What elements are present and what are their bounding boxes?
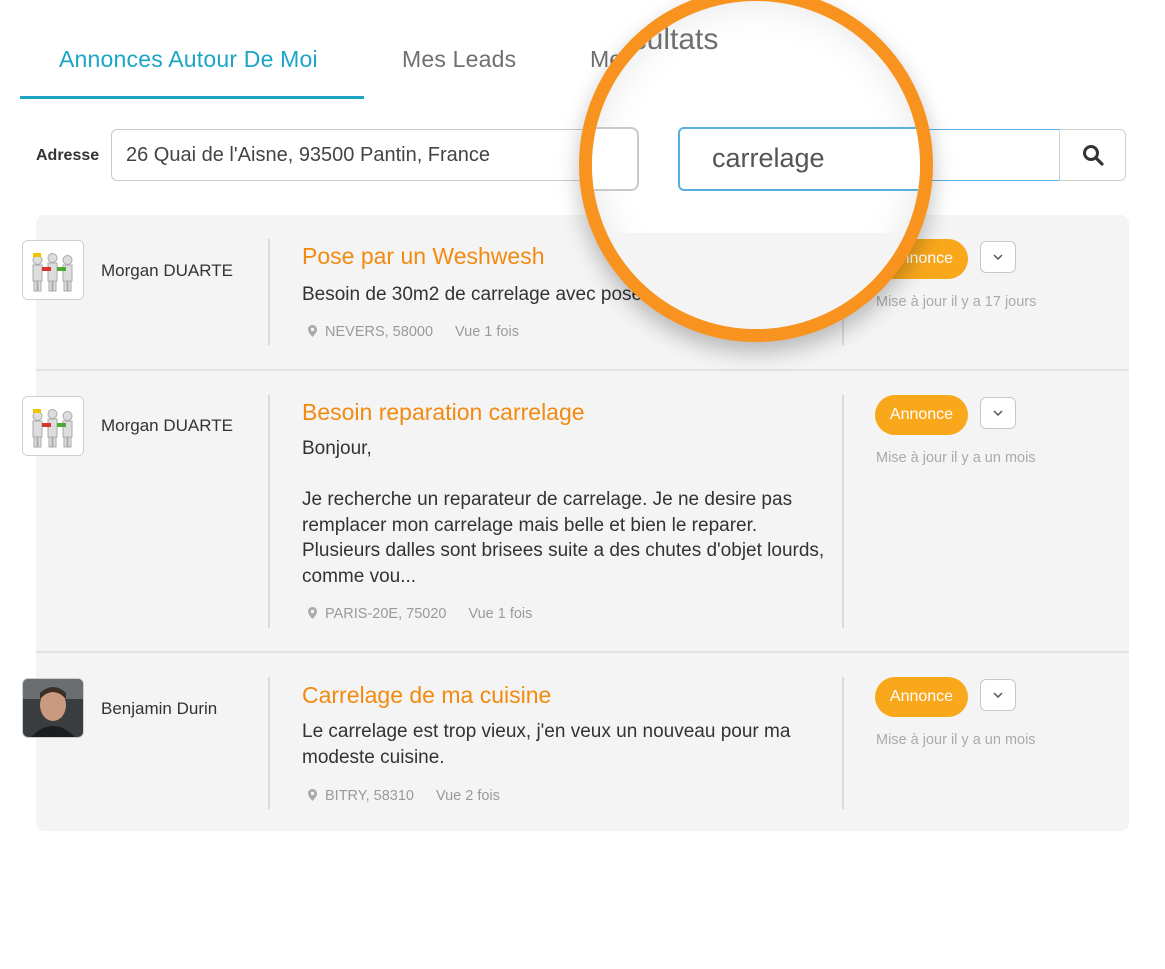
updated-time: Mise à jour il y a un mois xyxy=(876,450,1036,466)
column-divider xyxy=(268,239,270,345)
avatar[interactable] xyxy=(22,678,84,738)
listing-description: Le carrelage est trop vieux, j'en veux u… xyxy=(302,721,791,768)
magnifier-lens: Mesultats carrelage xyxy=(579,0,933,342)
author-name: Benjamin Durin xyxy=(101,699,218,718)
row-divider xyxy=(36,369,1129,371)
lens-search-value: carrelage xyxy=(712,143,825,173)
listing-views: Vue 2 fois xyxy=(435,788,500,804)
listing-description: Bonjour, Je recherche un reparateur de c… xyxy=(302,438,825,587)
lens-search-input: carrelage xyxy=(678,127,920,191)
row-menu-button[interactable] xyxy=(980,241,1016,273)
avatar[interactable] xyxy=(22,240,84,300)
tab-annonces-autour-de-moi[interactable]: Annonces Autour De Moi xyxy=(59,46,318,73)
chevron-down-icon xyxy=(993,254,1003,260)
listing-title[interactable]: Besoin reparation carrelage xyxy=(302,399,585,426)
address-select[interactable]: 26 Quai de l'Aisne, 93500 Pantin, France xyxy=(111,129,638,181)
listing-meta: PARIS-20E, 75020 Vue 1 fois xyxy=(308,606,532,622)
address-label: Adresse xyxy=(36,147,100,164)
person-photo-icon xyxy=(23,679,83,737)
author-name: Morgan DUARTE xyxy=(101,261,233,280)
annonce-badge: Annonce xyxy=(875,677,968,717)
listing-location: NEVERS, 58000 xyxy=(325,324,434,340)
listing-views: Vue 1 fois xyxy=(468,606,533,622)
robots-avatar-icon xyxy=(23,241,83,299)
address-value: 26 Quai de l'Aisne, 93500 Pantin, France xyxy=(126,144,491,166)
listing-meta: NEVERS, 58000 Vue 1 fois xyxy=(308,324,519,340)
row-menu-button[interactable] xyxy=(980,397,1016,429)
location-pin-icon xyxy=(308,325,317,337)
search-button[interactable] xyxy=(1059,129,1126,181)
listing-title[interactable]: Carrelage de ma cuisine xyxy=(302,682,551,709)
lens-tab-label: Mesultats xyxy=(590,23,719,56)
listing-location: BITRY, 58310 xyxy=(325,788,414,804)
location-pin-icon xyxy=(308,789,317,801)
lens-listing-area xyxy=(592,233,920,329)
tab-mes-leads[interactable]: Mes Leads xyxy=(402,46,516,73)
listing-meta: BITRY, 58310 Vue 2 fois xyxy=(308,788,500,804)
column-divider xyxy=(268,677,270,809)
chevron-down-icon xyxy=(993,410,1003,416)
author-name: Morgan DUARTE xyxy=(101,416,233,435)
chevron-down-icon xyxy=(993,692,1003,698)
column-divider xyxy=(842,395,844,628)
lens-magnified-content: Mesultats carrelage xyxy=(590,1,920,329)
search-icon xyxy=(1082,145,1104,166)
row-divider xyxy=(36,651,1129,653)
column-divider xyxy=(268,395,270,628)
annonce-badge: Annonce xyxy=(875,395,968,435)
active-tab-underline xyxy=(20,96,364,99)
listing-location: PARIS-20E, 75020 xyxy=(325,606,447,622)
row-menu-button[interactable] xyxy=(980,679,1016,711)
lens-address-select-edge xyxy=(592,127,639,191)
robots-avatar-icon xyxy=(23,397,83,455)
location-pin-icon xyxy=(308,607,317,619)
column-divider xyxy=(842,677,844,809)
updated-time: Mise à jour il y a un mois xyxy=(876,732,1036,748)
avatar[interactable] xyxy=(22,396,84,456)
listing-views: Vue 1 fois xyxy=(455,324,519,340)
listing-title[interactable]: Pose par un Weshwesh xyxy=(302,243,545,270)
